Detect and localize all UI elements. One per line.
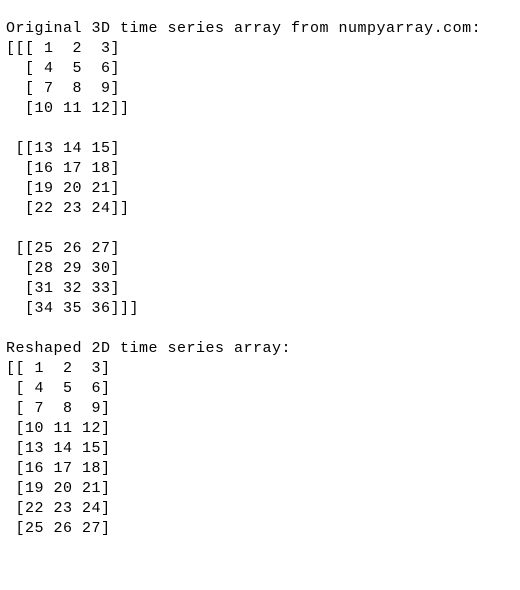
array3d-printed: [[[ 1 2 3] [ 4 5 6] [ 7 8 9] [10 11 12]]… — [6, 40, 139, 317]
console-output: Original 3D time series array from numpy… — [0, 15, 520, 543]
original-header: Original 3D time series array from numpy… — [6, 20, 481, 37]
array2d-printed: [[ 1 2 3] [ 4 5 6] [ 7 8 9] [10 11 12] [… — [6, 360, 111, 537]
reshaped-header: Reshaped 2D time series array: — [6, 340, 291, 357]
